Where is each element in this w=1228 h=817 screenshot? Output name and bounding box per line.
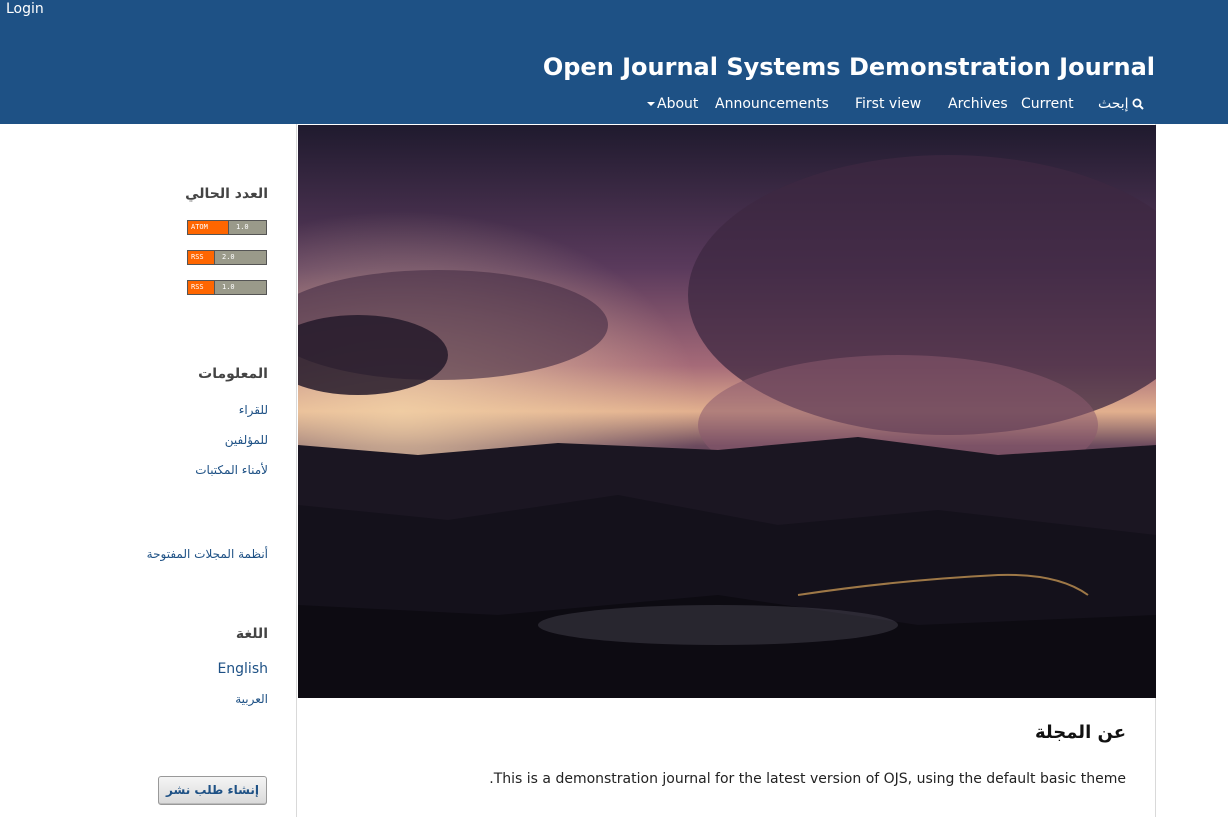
atom-feed-badge[interactable]: ATOM 1.0	[187, 220, 267, 235]
feed-badge-right: 1.0	[214, 281, 266, 294]
nav-archives[interactable]: Archives	[948, 96, 1008, 112]
site-header: Login Open Journal Systems Demonstration…	[0, 0, 1228, 124]
nav-current[interactable]: Current	[1021, 96, 1074, 112]
feed-badge-right: 1.0	[228, 221, 266, 234]
nav-search-label: إبحث	[1098, 96, 1129, 112]
information-title: المعلومات	[198, 366, 268, 382]
language-arabic[interactable]: العربية	[235, 692, 268, 706]
current-issue-title: العدد الحالي	[185, 186, 268, 202]
ojs-link[interactable]: أنظمة المجلات المفتوحة	[147, 547, 268, 561]
feed-badge-left: RSS	[188, 251, 214, 264]
info-link-authors[interactable]: للمؤلفين	[225, 433, 268, 447]
nav-search[interactable]: إبحث	[1098, 96, 1144, 112]
feed-badge-left: ATOM	[188, 221, 228, 234]
nav-first-view[interactable]: First view	[855, 96, 921, 112]
info-link-readers[interactable]: للقراء	[239, 403, 268, 417]
about-heading: عن المجلة	[1035, 722, 1126, 743]
rss2-feed-badge[interactable]: RSS 2.0	[187, 250, 267, 265]
language-english[interactable]: English	[217, 661, 268, 677]
login-link[interactable]: Login	[6, 1, 44, 17]
about-text: This is a demonstration journal for the …	[489, 771, 1126, 787]
info-link-librarians[interactable]: لأمناء المكتبات	[195, 463, 268, 477]
search-icon	[1132, 98, 1144, 110]
primary-nav: About Announcements First view Archives …	[0, 96, 1228, 116]
sidebar: العدد الحالي ATOM 1.0 RSS 2.0 RSS 1.0 ال…	[147, 124, 268, 817]
sunset-mountain-image	[298, 125, 1156, 698]
feed-badge-left: RSS	[188, 281, 214, 294]
rss1-feed-badge[interactable]: RSS 1.0	[187, 280, 267, 295]
nav-about-label: About	[657, 96, 699, 112]
make-submission-button[interactable]: إنشاء طلب نشر	[158, 776, 267, 805]
chevron-down-icon	[647, 102, 655, 106]
nav-about[interactable]: About	[647, 96, 698, 112]
language-title: اللغة	[235, 626, 268, 642]
main-content: عن المجلة This is a demonstration journa…	[296, 124, 1156, 817]
site-title[interactable]: Open Journal Systems Demonstration Journ…	[543, 53, 1155, 81]
nav-announcements[interactable]: Announcements	[715, 96, 829, 112]
feed-badge-right: 2.0	[214, 251, 266, 264]
homepage-hero-image	[298, 125, 1156, 698]
